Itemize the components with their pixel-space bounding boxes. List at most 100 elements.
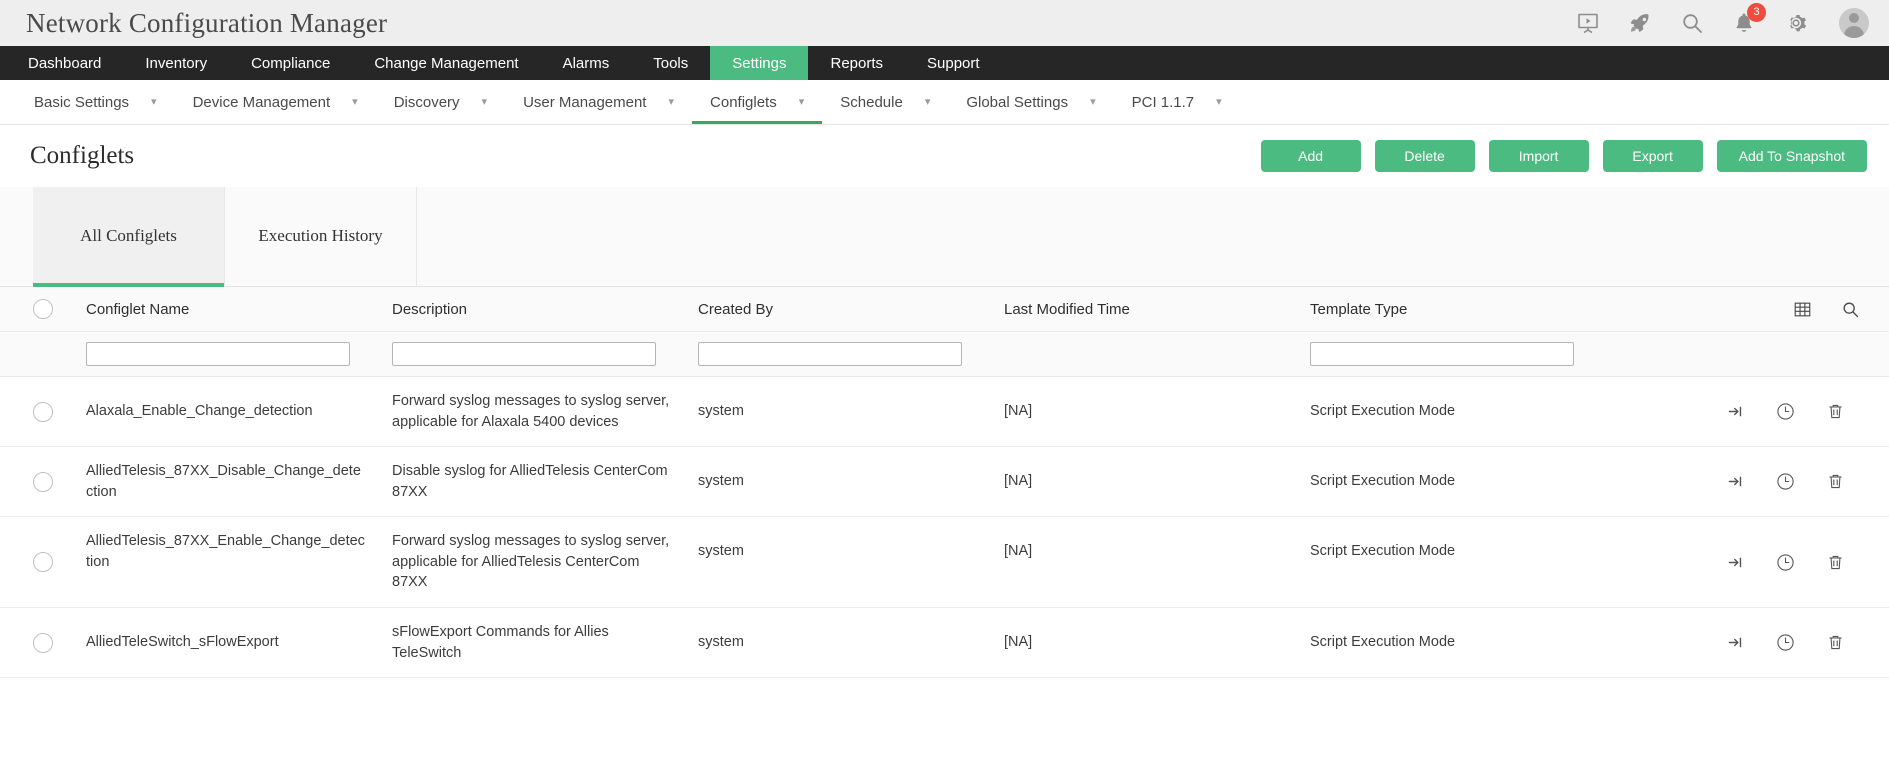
- nav-item-support[interactable]: Support: [905, 46, 1002, 80]
- execute-configlet-icon[interactable]: [1724, 551, 1746, 573]
- nav-item-alarms[interactable]: Alarms: [541, 46, 632, 80]
- nav-item-dashboard[interactable]: Dashboard: [6, 46, 123, 80]
- column-header-template-type[interactable]: Template Type: [1310, 301, 1710, 318]
- subnav-label: Basic Settings: [34, 93, 130, 111]
- subnav-item-discovery[interactable]: Discovery ▾: [376, 80, 505, 124]
- cell-last-modified-time: [NA]: [1004, 472, 1033, 489]
- cell-last-modified-time: [NA]: [1004, 633, 1033, 650]
- row-select-radio[interactable]: [33, 632, 53, 653]
- subnav-item-device-management[interactable]: Device Management ▾: [175, 80, 376, 124]
- import-button[interactable]: Import: [1488, 140, 1589, 172]
- table-row[interactable]: AlliedTelesis_87XX_Disable_Change_detect…: [0, 447, 1889, 518]
- row-select-radio[interactable]: [33, 552, 53, 573]
- filter-cell-description: [392, 342, 698, 366]
- subnav-item-configlets[interactable]: Configlets ▾: [692, 80, 823, 124]
- chevron-down-icon: ▾: [352, 95, 358, 108]
- row-select-cell: [0, 632, 86, 653]
- filter-input-created-by[interactable]: [698, 342, 962, 366]
- row-actions: [1710, 632, 1889, 654]
- page-title: Configlets: [30, 142, 135, 169]
- table-row[interactable]: AlliedTelesis_87XX_Enable_Change_detecti…: [0, 517, 1889, 609]
- cell-template-type: Script Execution Mode: [1310, 472, 1456, 489]
- cell-template-type: Script Execution Mode: [1310, 633, 1456, 650]
- row-actions: [1710, 471, 1889, 493]
- chevron-down-icon: ▾: [151, 95, 157, 108]
- nav-item-reports[interactable]: Reports: [808, 46, 905, 80]
- chevron-down-icon: ▾: [668, 95, 675, 108]
- cell-configlet-name: AlliedTelesis_87XX_Disable_Change_detect…: [86, 463, 361, 500]
- top-bar-icon-group: 3: [1575, 3, 1875, 38]
- filter-input-template-type[interactable]: [1310, 342, 1574, 366]
- history-clock-icon[interactable]: [1774, 551, 1796, 573]
- chevron-down-icon: ▾: [1090, 95, 1096, 108]
- avatar[interactable]: [1839, 8, 1869, 38]
- row-select-radio[interactable]: [33, 471, 53, 492]
- cell-last-modified-time: [NA]: [1004, 543, 1033, 560]
- column-header-configlet-name[interactable]: Configlet Name: [86, 301, 392, 318]
- cell-description: sFlowExport Commands for Allies TeleSwit…: [392, 624, 609, 661]
- nav-item-change-management[interactable]: Change Management: [352, 46, 540, 80]
- cell-template-type: Script Execution Mode: [1310, 402, 1456, 419]
- delete-trash-icon[interactable]: [1824, 551, 1846, 573]
- top-bar: Network Configuration Manager 3: [0, 0, 1889, 46]
- export-button[interactable]: Export: [1602, 140, 1703, 172]
- subnav-label: User Management: [523, 93, 647, 111]
- table-header-tools: [1710, 298, 1889, 320]
- column-header-description[interactable]: Description: [392, 301, 698, 318]
- row-actions: [1710, 401, 1889, 423]
- gear-icon[interactable]: [1783, 10, 1809, 36]
- tab-all-configlets[interactable]: All Configlets: [33, 187, 225, 287]
- cell-configlet-name: AlliedTelesis_87XX_Enable_Change_detecti…: [86, 533, 365, 570]
- delete-trash-icon[interactable]: [1824, 471, 1846, 493]
- subnav-item-pci[interactable]: PCI 1.1.7 ▾: [1114, 80, 1240, 124]
- delete-button[interactable]: Delete: [1374, 140, 1475, 172]
- nav-item-settings[interactable]: Settings: [710, 46, 809, 80]
- table-row[interactable]: AlliedTeleSwitch_sFlowExport sFlowExport…: [0, 608, 1889, 679]
- subnav-item-basic-settings[interactable]: Basic Settings ▾: [16, 80, 175, 124]
- history-clock-icon[interactable]: [1774, 632, 1796, 654]
- column-header-created-by[interactable]: Created By: [698, 301, 1004, 318]
- tab-bar: All Configlets Execution History: [0, 187, 1889, 287]
- presentation-icon[interactable]: [1575, 10, 1601, 36]
- chevron-down-icon: ▾: [481, 95, 488, 108]
- delete-trash-icon[interactable]: [1824, 632, 1846, 654]
- subnav-item-user-management[interactable]: User Management ▾: [505, 80, 692, 124]
- select-all-radio[interactable]: [33, 299, 53, 319]
- cell-description: Forward syslog messages to syslog server…: [392, 393, 670, 430]
- nav-item-tools[interactable]: Tools: [631, 46, 710, 80]
- filter-input-description[interactable]: [392, 342, 656, 366]
- delete-trash-icon[interactable]: [1824, 401, 1846, 423]
- chevron-down-icon: ▾: [924, 95, 931, 108]
- subnav-label: Configlets: [710, 93, 777, 111]
- tab-execution-history[interactable]: Execution History: [225, 187, 417, 286]
- subnav-item-global-settings[interactable]: Global Settings ▾: [948, 80, 1113, 124]
- add-button[interactable]: Add: [1260, 140, 1361, 172]
- cell-created-by: system: [698, 472, 744, 489]
- column-header-last-modified-time[interactable]: Last Modified Time: [1004, 301, 1310, 318]
- rocket-icon[interactable]: [1627, 10, 1653, 36]
- history-clock-icon[interactable]: [1774, 401, 1796, 423]
- cell-created-by: system: [698, 543, 744, 560]
- chevron-down-icon: ▾: [798, 95, 805, 108]
- cell-created-by: system: [698, 402, 744, 419]
- notification-bell-icon[interactable]: 3: [1731, 3, 1766, 36]
- row-select-radio[interactable]: [33, 401, 53, 422]
- execute-configlet-icon[interactable]: [1724, 401, 1746, 423]
- page-action-buttons: Add Delete Import Export Add To Snapshot: [1260, 140, 1867, 172]
- configlets-table: Configlet Name Description Created By La…: [0, 287, 1889, 679]
- add-to-snapshot-button[interactable]: Add To Snapshot: [1716, 140, 1867, 172]
- nav-item-inventory[interactable]: Inventory: [123, 46, 229, 80]
- history-clock-icon[interactable]: [1774, 471, 1796, 493]
- grid-columns-icon[interactable]: [1791, 298, 1813, 320]
- table-row[interactable]: Alaxala_Enable_Change_detection Forward …: [0, 377, 1889, 448]
- subnav-label: Schedule: [840, 93, 903, 111]
- execute-configlet-icon[interactable]: [1724, 471, 1746, 493]
- search-icon[interactable]: [1679, 10, 1705, 36]
- execute-configlet-icon[interactable]: [1724, 632, 1746, 654]
- search-icon[interactable]: [1839, 298, 1861, 320]
- subnav-item-schedule[interactable]: Schedule ▾: [822, 80, 948, 124]
- filter-cell-created-by: [698, 342, 1004, 366]
- cell-created-by: system: [698, 633, 744, 650]
- filter-input-configlet-name[interactable]: [86, 342, 350, 366]
- nav-item-compliance[interactable]: Compliance: [229, 46, 352, 80]
